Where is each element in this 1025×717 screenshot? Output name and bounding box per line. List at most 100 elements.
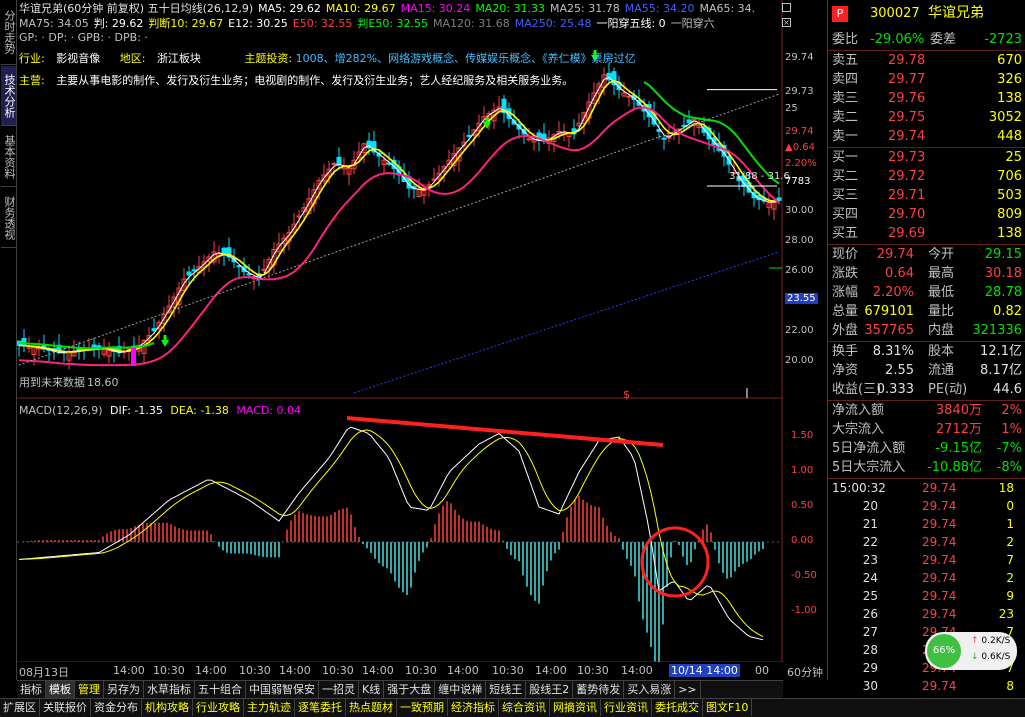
bid-row[interactable]: 买五 29.69 138 [828, 224, 1025, 243]
extension-tab[interactable]: 综合资讯 [499, 699, 550, 716]
indicator-value: 判E50: 32.55 [357, 17, 429, 30]
extension-tab[interactable]: 扩展区 [0, 699, 40, 716]
stat-row: 涨幅 2.20% 最低 28.78 [832, 285, 1022, 300]
industry-info: 行业: 影视音像 地区: 浙江板块 主题投资: 1008、增282%、网络游戏概… [19, 52, 636, 65]
indicator-tab[interactable]: 水草指标 [144, 681, 195, 698]
time-tick-label: 14:00 [447, 664, 479, 677]
theme-value[interactable]: 1008、增282%、网络游戏概念、传媒娱乐概念、《养仁模》票房过亿 [296, 52, 636, 65]
indicator-value: MA25: 31.78 [550, 2, 620, 15]
extension-tab[interactable]: 一致预期 [397, 699, 448, 716]
ask-row[interactable]: 卖五 29.78 670 [828, 51, 1025, 70]
stat-row: 外盘 357765 内盘 321336 [832, 323, 1022, 338]
indicator-tab[interactable]: 五十组合 [195, 681, 246, 698]
extension-tab[interactable]: 逐笔委托 [295, 699, 346, 716]
tick-row: 22 29.74 2 [862, 535, 1014, 549]
fund-flow-row: 大宗流入 2712万 1% [832, 422, 1022, 437]
indicator-value: MA55: 34.20 [624, 2, 695, 15]
indicator-tab[interactable]: 模板 [46, 681, 75, 698]
kline-svg[interactable] [17, 0, 783, 662]
indicator-tab[interactable]: 另存为 [104, 681, 144, 698]
future-data-note: 用到未来数据 18.60 [19, 376, 119, 389]
divergence-annotation-line [346, 416, 664, 447]
tab-technical-analysis[interactable]: 技术分析 [1, 66, 16, 126]
macd-tick-label: -1.00 [791, 605, 817, 616]
dollar-marker: $ [623, 388, 630, 401]
ask-row[interactable]: 卖四 29.77 326 [828, 70, 1025, 89]
time-tick-label: 10:30 [405, 664, 437, 677]
ask-row[interactable]: 卖三 29.76 138 [828, 89, 1025, 108]
indicator-value: 一阳穿五线: 0 [596, 17, 666, 30]
price-tick-label: 2.20% [785, 158, 817, 169]
tick-row: 25 29.74 9 [862, 589, 1014, 603]
extension-tab[interactable]: 行业攻略 [193, 699, 244, 716]
price-tick-label: 26.00 [785, 265, 814, 276]
time-tick-label: 14:00 [621, 664, 653, 677]
indicator-value: MA20: 31.33 [475, 2, 546, 15]
indicator-value: MA75: 34.05 [19, 17, 89, 30]
extension-tab[interactable]: 关联报价 [40, 699, 91, 716]
ask-row[interactable]: 卖一 29.74 448 [828, 127, 1025, 146]
order-ratio: 委比 -29.06% 委差 -2723 [832, 32, 1022, 47]
indicator-tab-bar: 指标 模板 管理 另存为 水草指标 五十组合 中国弱智保安 一招灵 K线 强于大盘 缠中说禅 短线王股… [17, 680, 783, 698]
indicator-tab[interactable]: K线 [359, 681, 385, 698]
indicator-tab[interactable]: 中国弱智保安 [246, 681, 319, 698]
candle-body [186, 271, 192, 276]
candle-body [776, 197, 782, 201]
extension-tab[interactable]: 经济指标 [448, 699, 499, 716]
region-value[interactable]: 浙江板块 [157, 52, 201, 65]
indicator-tab[interactable]: 管理 [75, 681, 104, 698]
stat-row: 总量 679101 量比 0.82 [832, 304, 1022, 319]
indicator-value: 判断10: 29.67 [148, 17, 224, 30]
indicator-tab[interactable]: 指标 [17, 681, 46, 698]
stock-badge: P [832, 6, 848, 22]
time-tick-label: 10:30 [153, 664, 185, 677]
price-tick-label: 23.55 [785, 293, 818, 304]
industry-value[interactable]: 影视音像 [56, 52, 100, 65]
kline-chart-area[interactable]: 华谊兄弟(60分钟 前复权) 五十日均线(26,12,9) MA5: 29.62 M… [17, 0, 791, 680]
indicator-tab[interactable]: 强于大盘 [384, 681, 436, 698]
extension-tab[interactable]: 图文F10 [703, 699, 753, 716]
indicator-tab[interactable]: 一招灵 [319, 681, 359, 698]
candle-body [626, 95, 632, 98]
indicator-value: MA120: 31.68 [433, 17, 510, 30]
down-arrow-icon [163, 335, 167, 340]
region-label: 地区: [119, 52, 146, 65]
indicator-tab[interactable]: 买入易涨 [624, 681, 676, 698]
indicator-tab[interactable]: 短线王 [486, 681, 527, 698]
indicator-line-2: MA75: 34.05 判: 29.62 判断10: 29.67 E12: 30.25… [19, 17, 720, 30]
tab-basic-info[interactable]: 基本资料 [1, 127, 16, 187]
macd-tick-label: -0.50 [791, 570, 817, 581]
extension-tab[interactable]: 资金分布 [91, 699, 142, 716]
price-tick-label: ▲0.64 [785, 142, 815, 153]
indicator-tab[interactable]: >> [675, 681, 701, 698]
bid-row[interactable]: 买三 29.71 503 [828, 186, 1025, 205]
extension-tab[interactable]: 机构攻略 [142, 699, 193, 716]
period-label[interactable]: 60分钟 [783, 664, 827, 680]
extension-tab[interactable]: 网摘资讯 [550, 699, 601, 716]
time-tick-label: 10:30 [322, 664, 354, 677]
tab-financial[interactable]: 财务透视 [1, 188, 16, 248]
indicator-tab[interactable]: 蓄势待发 [573, 681, 625, 698]
time-tick-label: 10:30 [492, 664, 524, 677]
tick-row: 21 29.74 1 [862, 517, 1014, 531]
indicator-tab[interactable]: 缠中说禅 [435, 681, 487, 698]
ask-row[interactable]: 卖二 29.75 3052 [828, 108, 1025, 127]
indicator-value: 一阳穿六 [670, 17, 715, 30]
indicator-tab[interactable]: 股线王2 [526, 681, 574, 698]
extension-tab[interactable]: 行业资讯 [601, 699, 652, 716]
bid-row[interactable]: 买二 29.72 706 [828, 167, 1025, 186]
stat-row: 现价 29.74 今开 29.15 [832, 247, 1022, 262]
extension-tab[interactable]: 委托成交 [652, 699, 703, 716]
time-tick-label: 14:00 [195, 664, 227, 677]
bid-row[interactable]: 买四 29.70 809 [828, 205, 1025, 224]
extension-tab[interactable]: 主力轨迹 [244, 699, 295, 716]
extension-tab[interactable]: 热点题材 [346, 699, 397, 716]
stock-name: 华谊兄弟 [928, 5, 984, 21]
download-speed: ↓ 0.6K/S [971, 652, 1011, 662]
candle-body [151, 328, 157, 332]
stat2-row: 净资 2.55 流通 8.17亿 [832, 363, 1022, 378]
speed-widget[interactable]: 66% ↑ 0.2K/S ↓ 0.6K/S [925, 632, 1017, 670]
tab-time-share[interactable]: 分时走势 [1, 0, 16, 65]
bid-row[interactable]: 买一 29.73 25 [828, 148, 1025, 167]
macd-tick-label: 0.50 [791, 500, 814, 511]
